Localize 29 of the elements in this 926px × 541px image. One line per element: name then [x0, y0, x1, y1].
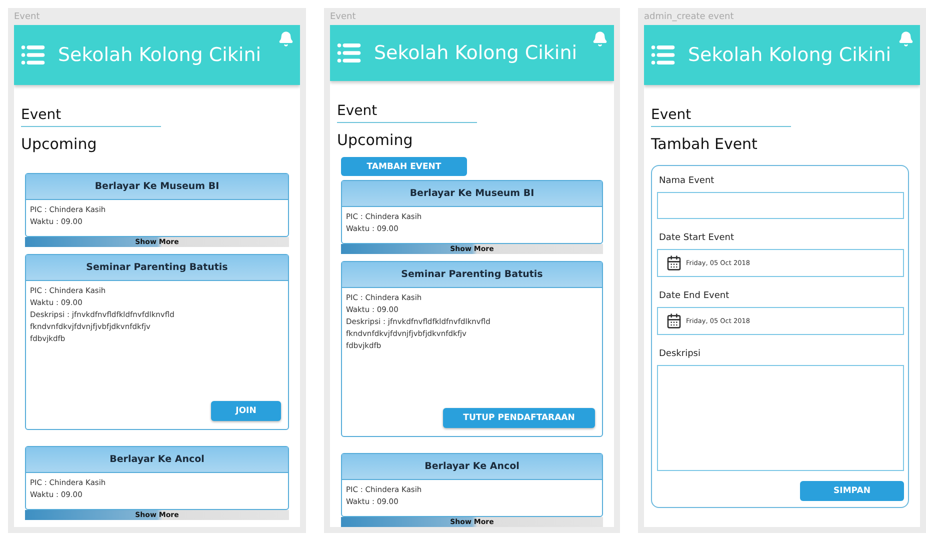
event-title: Berlayar Ke Museum BI — [26, 174, 288, 200]
page-subtitle: Upcoming — [337, 131, 414, 149]
bell-icon[interactable] — [898, 31, 914, 47]
event-title: Berlayar Ke Ancol — [26, 447, 288, 473]
field-label: Date Start Event — [659, 233, 736, 243]
frame-label: Event — [330, 11, 357, 24]
field-label: Deskripsi — [659, 349, 702, 359]
frame-label: admin_create event — [644, 11, 735, 24]
field-label: Nama Event — [659, 176, 716, 186]
page-subtitle: Tambah Event — [651, 135, 758, 153]
event-title: Seminar Parenting Batutis — [26, 255, 288, 281]
section-title: Event — [651, 107, 791, 127]
textarea-field[interactable] — [657, 365, 904, 471]
event-title: Seminar Parenting Batutis — [342, 262, 602, 288]
app-title: Sekolah Kolong Cikini — [58, 44, 262, 66]
app-title: Sekolah Kolong Cikini — [688, 44, 892, 66]
event-title: Berlayar Ke Ancol — [342, 454, 602, 480]
section-title: Event — [21, 107, 161, 127]
page-subtitle: Upcoming — [21, 135, 98, 153]
bell-icon[interactable] — [592, 31, 608, 47]
calendar-icon — [666, 255, 682, 271]
bell-icon[interactable] — [278, 31, 294, 47]
calendar-icon — [666, 313, 682, 329]
frame-label: Event — [14, 11, 41, 24]
app-title: Sekolah Kolong Cikini — [374, 42, 578, 64]
input-field[interactable] — [657, 192, 904, 219]
field-label: Date End Event — [659, 291, 730, 301]
section-title: Event — [337, 103, 477, 123]
event-title: Berlayar Ke Museum BI — [342, 181, 602, 207]
